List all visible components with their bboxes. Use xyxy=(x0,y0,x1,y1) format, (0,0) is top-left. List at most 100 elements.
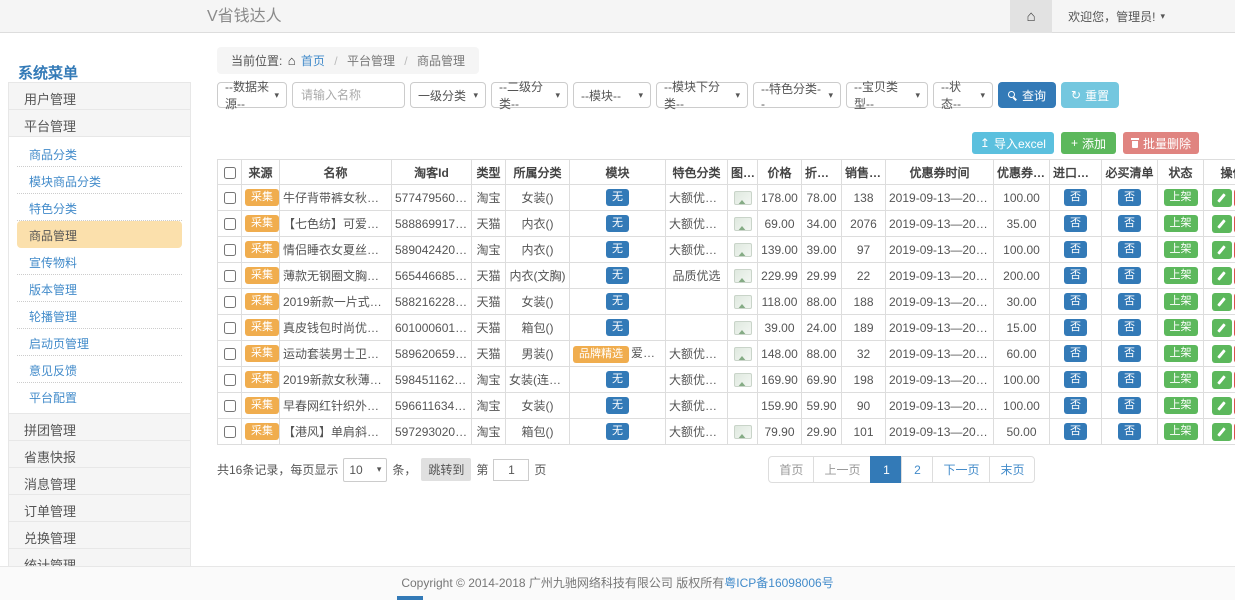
sidebar-item-platform-5[interactable]: 版本管理 xyxy=(17,275,182,302)
import-pick-toggle[interactable]: 否 xyxy=(1064,397,1087,414)
edit-button[interactable] xyxy=(1212,267,1232,285)
item-type-filter[interactable]: --宝贝类型--▾ xyxy=(846,82,928,108)
edit-button[interactable] xyxy=(1212,241,1232,259)
category-level1-filter[interactable]: 一级分类▾ xyxy=(410,82,486,108)
module-filter[interactable]: --模块--▾ xyxy=(573,82,651,108)
must-buy-toggle[interactable]: 否 xyxy=(1118,215,1141,232)
module-sub-filter[interactable]: --模块下分类--▾ xyxy=(656,82,748,108)
row-checkbox[interactable] xyxy=(224,244,236,256)
must-buy-toggle[interactable]: 否 xyxy=(1118,267,1141,284)
import-pick-toggle[interactable]: 否 xyxy=(1064,215,1087,232)
row-checkbox[interactable] xyxy=(224,400,236,412)
status-toggle[interactable]: 上架 xyxy=(1164,241,1198,258)
row-checkbox[interactable] xyxy=(224,348,236,360)
page-button-1[interactable]: 1 xyxy=(870,456,902,483)
edit-button[interactable] xyxy=(1212,371,1232,389)
sidebar-group-order[interactable]: 订单管理 xyxy=(8,494,191,522)
must-buy-toggle[interactable]: 否 xyxy=(1118,241,1141,258)
import-pick-toggle[interactable]: 否 xyxy=(1064,241,1087,258)
import-pick-toggle[interactable]: 否 xyxy=(1064,423,1087,440)
status-toggle[interactable]: 上架 xyxy=(1164,345,1198,362)
row-checkbox[interactable] xyxy=(224,270,236,282)
sidebar-item-platform-7[interactable]: 启动页管理 xyxy=(17,329,182,356)
edit-button[interactable] xyxy=(1212,293,1232,311)
must-buy-toggle[interactable]: 否 xyxy=(1118,397,1141,414)
import-pick-toggle[interactable]: 否 xyxy=(1064,345,1087,362)
must-buy-toggle[interactable]: 否 xyxy=(1118,189,1141,206)
sidebar-group-message[interactable]: 消息管理 xyxy=(8,467,191,495)
row-checkbox[interactable] xyxy=(224,192,236,204)
status-filter[interactable]: --状态--▾ xyxy=(933,82,993,108)
row-checkbox[interactable] xyxy=(224,296,236,308)
import-pick-toggle[interactable]: 否 xyxy=(1064,319,1087,336)
status-toggle[interactable]: 上架 xyxy=(1164,189,1198,206)
import-excel-button[interactable]: ↥ 导入excel xyxy=(972,132,1054,154)
jump-button[interactable]: 跳转到 xyxy=(421,458,471,481)
import-pick-toggle[interactable]: 否 xyxy=(1064,189,1087,206)
edit-button[interactable] xyxy=(1212,215,1232,233)
page-button-末页[interactable]: 末页 xyxy=(989,456,1035,483)
edit-button[interactable] xyxy=(1212,423,1232,441)
must-buy-toggle[interactable]: 否 xyxy=(1118,371,1141,388)
sidebar-group-platform[interactable]: 平台管理 xyxy=(8,109,191,137)
breadcrumb-home-link[interactable]: 首页 xyxy=(301,54,325,68)
sidebar-item-platform-0[interactable]: 商品分类 xyxy=(17,140,182,167)
must-buy-toggle[interactable]: 否 xyxy=(1118,345,1141,362)
page-size-select[interactable]: 10 ▾ xyxy=(343,458,387,482)
column-header: 进口优选 xyxy=(1050,160,1102,185)
import-pick-toggle[interactable]: 否 xyxy=(1064,371,1087,388)
row-checkbox[interactable] xyxy=(224,374,236,386)
status-toggle[interactable]: 上架 xyxy=(1164,371,1198,388)
coupon-amount-cell: 100.00 xyxy=(994,367,1050,393)
status-toggle[interactable]: 上架 xyxy=(1164,267,1198,284)
page-button-2[interactable]: 2 xyxy=(901,456,933,483)
batch-delete-button[interactable]: 批量删除 xyxy=(1123,132,1199,154)
sidebar-item-platform-8[interactable]: 意见反馈 xyxy=(17,356,182,383)
must-buy-toggle[interactable]: 否 xyxy=(1118,423,1141,440)
price-cell: 69.00 xyxy=(758,211,802,237)
row-checkbox[interactable] xyxy=(224,218,236,230)
status-toggle[interactable]: 上架 xyxy=(1164,397,1198,414)
page-button-首页[interactable]: 首页 xyxy=(768,456,814,483)
row-checkbox[interactable] xyxy=(224,426,236,438)
edit-button[interactable] xyxy=(1212,397,1232,415)
sidebar-submenu-platform: 商品分类模块商品分类特色分类商品管理宣传物料版本管理轮播管理启动页管理意见反馈平… xyxy=(8,136,191,414)
sidebar-group-stats[interactable]: 统计管理 xyxy=(8,548,191,566)
page-button-上一页[interactable]: 上一页 xyxy=(813,456,871,483)
icp-link[interactable]: 粤ICP备16098006号 xyxy=(724,576,833,590)
must-buy-toggle[interactable]: 否 xyxy=(1118,293,1141,310)
sidebar-group-exchange[interactable]: 兑换管理 xyxy=(8,521,191,549)
sidebar-item-platform-6[interactable]: 轮播管理 xyxy=(17,302,182,329)
reset-button[interactable]: ↻重置 xyxy=(1061,82,1119,108)
category-level2-filter[interactable]: --二级分类--▾ xyxy=(491,82,568,108)
row-checkbox[interactable] xyxy=(224,322,236,334)
must-buy-toggle[interactable]: 否 xyxy=(1118,319,1141,336)
data-source-filter[interactable]: --数据来源--▾ xyxy=(217,82,287,108)
header-home-button[interactable]: ⌂ xyxy=(1010,0,1052,33)
jump-page-input[interactable] xyxy=(493,459,529,481)
status-toggle[interactable]: 上架 xyxy=(1164,293,1198,310)
edit-button[interactable] xyxy=(1212,345,1232,363)
sidebar-item-platform-1[interactable]: 模块商品分类 xyxy=(17,167,182,194)
import-pick-toggle[interactable]: 否 xyxy=(1064,267,1087,284)
sidebar-item-platform-9[interactable]: 平台配置 xyxy=(17,383,182,410)
select-all-checkbox[interactable] xyxy=(224,167,236,179)
name-search-input[interactable] xyxy=(292,82,405,108)
edit-button[interactable] xyxy=(1212,319,1232,337)
search-button[interactable]: 查询 xyxy=(998,82,1056,108)
sidebar-group-group-buy[interactable]: 拼团管理 xyxy=(8,413,191,441)
status-toggle[interactable]: 上架 xyxy=(1164,215,1198,232)
sidebar-group-user[interactable]: 用户管理 xyxy=(8,82,191,110)
sidebar-group-express[interactable]: 省惠快报 xyxy=(8,440,191,468)
status-toggle[interactable]: 上架 xyxy=(1164,423,1198,440)
user-menu[interactable]: 欢迎您，管理员! ▾ xyxy=(1052,0,1235,33)
page-button-下一页[interactable]: 下一页 xyxy=(932,456,990,483)
import-pick-toggle[interactable]: 否 xyxy=(1064,293,1087,310)
sidebar-item-platform-3[interactable]: 商品管理 xyxy=(17,221,182,248)
add-button[interactable]: + 添加 xyxy=(1061,132,1116,154)
status-toggle[interactable]: 上架 xyxy=(1164,319,1198,336)
feature-filter[interactable]: --特色分类--▾ xyxy=(753,82,841,108)
sidebar-item-platform-2[interactable]: 特色分类 xyxy=(17,194,182,221)
sidebar-item-platform-4[interactable]: 宣传物料 xyxy=(17,248,182,275)
edit-button[interactable] xyxy=(1212,189,1232,207)
